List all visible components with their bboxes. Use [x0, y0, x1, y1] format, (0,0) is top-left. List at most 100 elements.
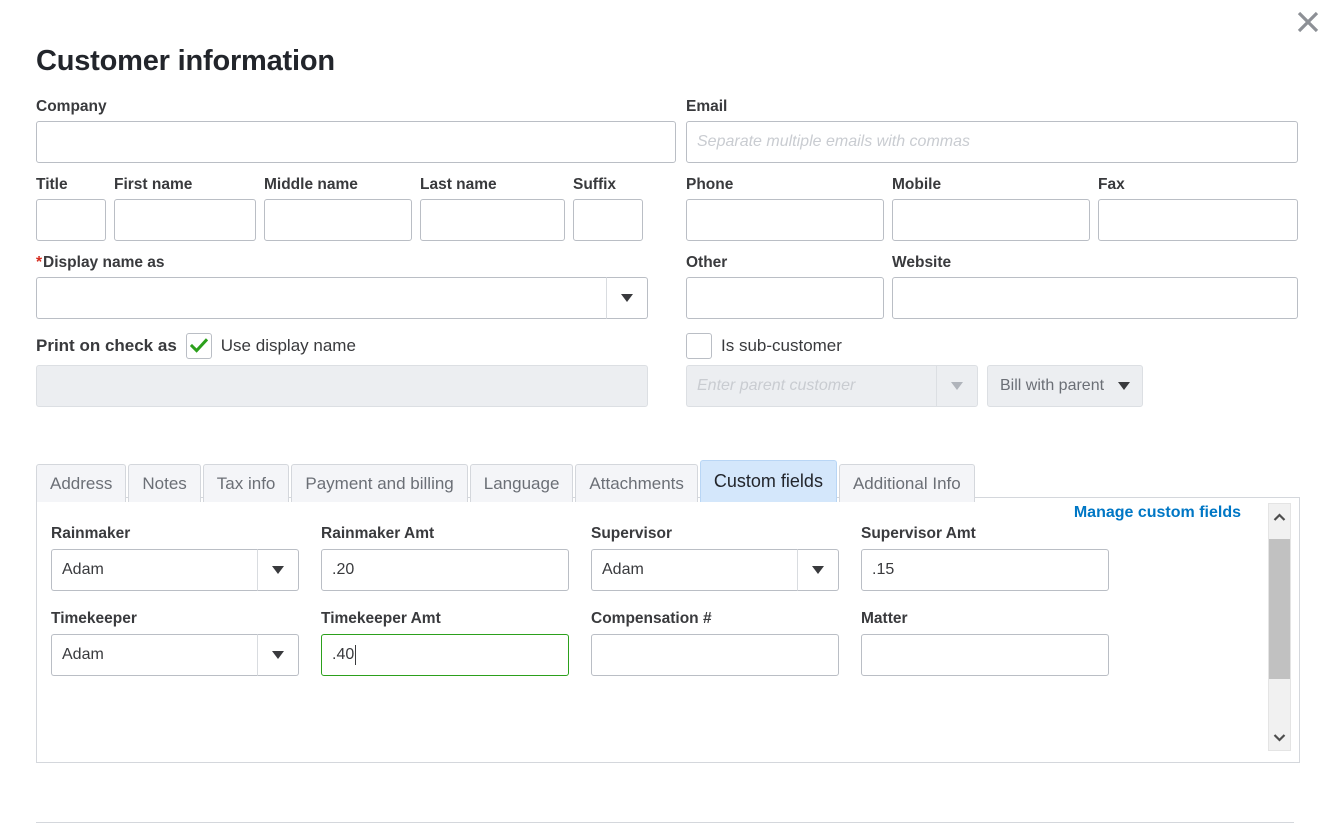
company-label: Company [36, 98, 107, 115]
close-icon[interactable] [1288, 2, 1328, 42]
first-name-input[interactable] [114, 199, 256, 241]
supervisor-amt-label: Supervisor Amt [861, 525, 976, 542]
right-form-column: Email Phone Mobile Fax Other [686, 98, 1300, 407]
custom-fields-row: Rainmaker Rainmaker Amt Supervisor Supervis… [51, 525, 1131, 591]
tab-address[interactable]: Address [36, 464, 127, 502]
middle-name-label: Middle name [264, 176, 358, 193]
fax-label: Fax [1098, 176, 1125, 193]
chevron-down-icon[interactable] [797, 549, 839, 591]
customer-information-modal: Customer information Company Title First… [0, 0, 1330, 837]
custom-field-cell: Supervisor [591, 525, 861, 591]
phone-input[interactable] [686, 199, 884, 241]
display-name-combo[interactable] [36, 277, 648, 319]
timekeeper-amt-input[interactable]: .40 [321, 634, 569, 676]
last-name-input[interactable] [420, 199, 565, 241]
billing-option-label: Bill with parent [1000, 377, 1105, 394]
tab-strip: Address Notes Tax info Payment and billing L… [36, 460, 977, 502]
tab-additional-info[interactable]: Additional Info [838, 464, 975, 502]
custom-field-cell: Timekeeper [51, 610, 321, 676]
rainmaker-amt-input[interactable] [321, 549, 569, 591]
tab-label: Language [483, 473, 560, 493]
chevron-down-icon [1118, 382, 1131, 390]
tab-label: Attachments [589, 473, 684, 493]
timekeeper-input[interactable] [51, 634, 257, 676]
custom-field-cell: Rainmaker [51, 525, 321, 591]
tab-label: Custom fields [713, 471, 823, 491]
left-form-column: Company Title First name Middle name Las… [36, 98, 676, 407]
chevron-down-icon[interactable] [936, 365, 978, 407]
custom-field-cell: Matter [861, 610, 1131, 676]
rainmaker-amt-label: Rainmaker Amt [321, 525, 435, 542]
display-name-input[interactable] [36, 277, 606, 319]
is-sub-customer-checkbox[interactable] [686, 333, 712, 359]
parent-customer-input[interactable] [686, 365, 936, 407]
title-input[interactable] [36, 199, 106, 241]
supervisor-input[interactable] [591, 549, 797, 591]
custom-field-cell: Compensation # [591, 610, 861, 676]
custom-fields-scrollbar[interactable] [1268, 503, 1291, 751]
print-on-check-input[interactable] [36, 365, 648, 407]
compensation-label: Compensation # [591, 610, 712, 627]
timekeeper-amt-label: Timekeeper Amt [321, 610, 441, 627]
tab-tax-info[interactable]: Tax info [202, 464, 290, 502]
rainmaker-label: Rainmaker [51, 525, 131, 542]
tab-label: Tax info [216, 473, 276, 493]
chevron-down-icon[interactable] [257, 634, 299, 676]
tab-label: Address [50, 473, 113, 493]
required-marker: * [36, 254, 43, 271]
tab-payment-and-billing[interactable]: Payment and billing [291, 464, 468, 502]
chevron-down-icon[interactable] [606, 277, 648, 319]
suffix-label: Suffix [573, 176, 617, 193]
supervisor-combo[interactable] [591, 549, 839, 591]
timekeeper-combo[interactable] [51, 634, 299, 676]
tab-label: Payment and billing [305, 473, 454, 493]
rainmaker-combo[interactable] [51, 549, 299, 591]
page-title: Customer information [36, 45, 335, 78]
timekeeper-label: Timekeeper [51, 610, 137, 627]
scroll-down-arrow-icon[interactable] [1269, 724, 1290, 750]
company-input[interactable] [36, 121, 676, 163]
parent-customer-combo[interactable] [686, 365, 978, 407]
email-input[interactable] [686, 121, 1298, 163]
manage-custom-fields-link[interactable]: Manage custom fields [1074, 504, 1241, 522]
other-input[interactable] [686, 277, 884, 319]
tab-language[interactable]: Language [469, 464, 574, 502]
billing-option-select[interactable]: Bill with parent [987, 365, 1144, 407]
tab-label: Notes [142, 473, 187, 493]
mobile-input[interactable] [892, 199, 1090, 241]
phone-label: Phone [686, 176, 734, 193]
website-label: Website [892, 254, 952, 271]
use-display-name-checkbox[interactable] [185, 333, 212, 359]
scroll-up-arrow-icon[interactable] [1269, 504, 1290, 530]
print-on-check-label: Print on check as [36, 336, 177, 355]
tab-label: Additional Info [852, 473, 961, 493]
suffix-input[interactable] [573, 199, 643, 241]
website-input[interactable] [892, 277, 1298, 319]
text-cursor [355, 645, 357, 665]
email-label: Email [686, 98, 728, 115]
last-name-label: Last name [420, 176, 497, 193]
tab-attachments[interactable]: Attachments [575, 464, 698, 502]
title-label: Title [36, 176, 68, 193]
custom-fields-panel: Manage custom fields Rainmaker Rainmaker … [36, 497, 1300, 763]
compensation-input[interactable] [591, 634, 839, 676]
matter-input[interactable] [861, 634, 1109, 676]
rainmaker-input[interactable] [51, 549, 257, 591]
first-name-label: First name [114, 176, 193, 193]
custom-fields-grid: Rainmaker Rainmaker Amt Supervisor Supervis… [51, 525, 1131, 676]
fax-input[interactable] [1098, 199, 1298, 241]
mobile-label: Mobile [892, 176, 942, 193]
other-label: Other [686, 254, 728, 271]
tab-notes[interactable]: Notes [128, 464, 201, 502]
supervisor-label: Supervisor [591, 525, 672, 542]
is-sub-customer-label: Is sub-customer [721, 336, 842, 355]
tab-custom-fields[interactable]: Custom fields [699, 460, 837, 502]
chevron-down-icon[interactable] [257, 549, 299, 591]
custom-fields-row: Timekeeper Timekeeper Amt .40 Compensation … [51, 610, 1131, 676]
supervisor-amt-input[interactable] [861, 549, 1109, 591]
custom-field-cell: Supervisor Amt [861, 525, 1131, 591]
custom-field-cell: Rainmaker Amt [321, 525, 591, 591]
use-display-name-label: Use display name [220, 336, 356, 355]
scrollbar-thumb[interactable] [1269, 539, 1290, 679]
middle-name-input[interactable] [264, 199, 412, 241]
